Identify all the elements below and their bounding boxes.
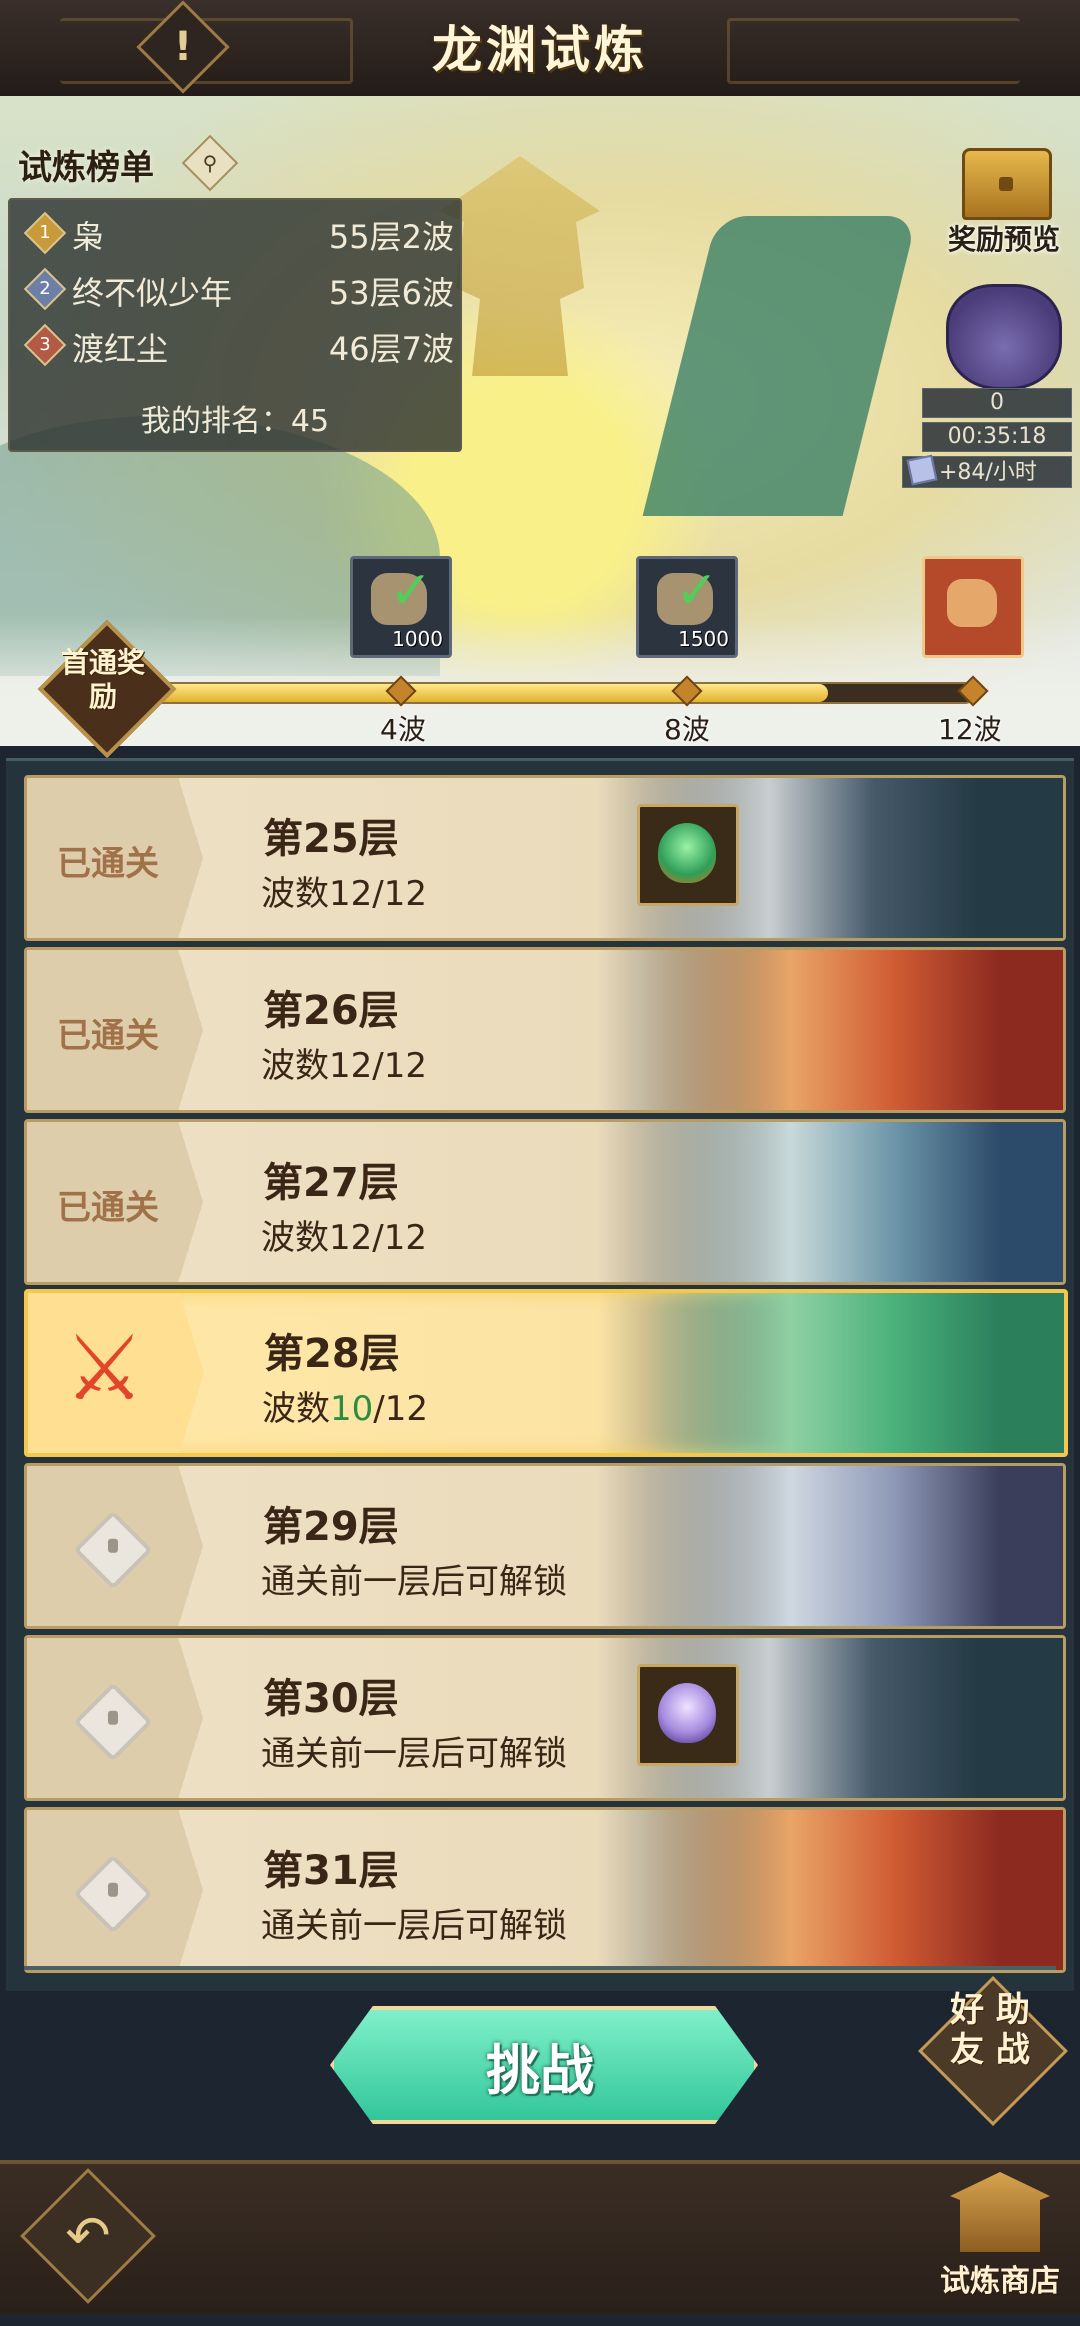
floor-item[interactable]: 已通关 第27层 波数12/12 <box>24 1119 1066 1285</box>
claimed-check-icon: ✓ <box>389 561 433 621</box>
first-clear-label: 首通奖励 <box>60 646 145 713</box>
floor-subtitle: 波数10/12 <box>262 1389 428 1429</box>
green-egg-icon <box>658 823 716 883</box>
floor-title: 第25层 <box>263 816 399 862</box>
floor-reward[interactable] <box>637 1664 739 1766</box>
floor-subtitle: 波数12/12 <box>261 1046 427 1086</box>
player-score: 46层7波 <box>328 330 454 368</box>
floor-title: 第29层 <box>263 1504 399 1550</box>
leaderboard-title[interactable]: 试炼榜单 <box>18 140 154 189</box>
idle-reward-count: 0 <box>922 388 1072 418</box>
crossed-swords-icon: ⚔ <box>64 1316 145 1421</box>
floor-item[interactable]: 已通关 第25层 波数12/12 <box>24 775 1066 941</box>
leaderboard-row: 2 终不似少年 53层6波 <box>23 264 454 316</box>
cliff-art <box>642 216 918 516</box>
reward-preview-label: 奖励预览 <box>947 223 1060 256</box>
idle-reward-bag-icon[interactable] <box>946 284 1062 390</box>
purple-egg-icon <box>658 1683 716 1743</box>
floor-reward[interactable] <box>637 804 739 906</box>
leaderboard-panel: 1 枭 55层2波 2 终不似少年 53层6波 3 渡红尘 46层7波 我的排名… <box>8 198 462 452</box>
boss-portrait <box>643 1466 1063 1626</box>
friend-assist-label: 好 助 友 战 <box>950 1990 1030 2070</box>
player-score: 53层6波 <box>328 274 454 312</box>
floor-title: 第30层 <box>263 1676 399 1722</box>
cleared-label: 已通关 <box>57 1188 159 1228</box>
ticket-icon <box>906 454 938 486</box>
floor-title: 第31层 <box>263 1848 399 1894</box>
floor-item[interactable]: 第30层 通关前一层后可解锁 <box>24 1635 1066 1801</box>
milestone-reward[interactable]: ✓ 1000 <box>350 556 452 658</box>
idle-reward-rate: +84/小时 <box>902 454 1072 488</box>
boss-portrait <box>643 1122 1063 1282</box>
rank-badge-silver: 2 <box>23 267 67 311</box>
leaderboard-row: 3 渡红尘 46层7波 <box>23 320 454 372</box>
challenge-button-label: 挑战 <box>486 2039 594 2102</box>
player-name: 枭 <box>72 218 105 256</box>
first-clear-progress-fill <box>122 684 828 702</box>
boss-portrait <box>643 1810 1063 1970</box>
floor-title: 第26层 <box>263 988 399 1034</box>
floor-item[interactable]: 已通关 第26层 波数12/12 <box>24 947 1066 1113</box>
milestone-label: 4波 <box>380 713 426 746</box>
player-score: 55层2波 <box>328 218 454 256</box>
milestone-reward[interactable]: ✓ 1500 <box>636 556 738 658</box>
floor-subtitle: 通关前一层后可解锁 <box>261 1906 567 1946</box>
floor-title: 第27层 <box>263 1160 399 1206</box>
milestone-label: 12波 <box>938 713 1002 746</box>
bottom-bar <box>0 2160 1080 2314</box>
back-arrow-icon: ↶ <box>65 2204 111 2267</box>
floor-list[interactable]: 已通关 第25层 波数12/12 已通关 第26层 波数12/12 已通关 第2… <box>6 758 1074 1991</box>
floor-item-current[interactable]: ⚔ 第28层 波数10/12 <box>24 1289 1068 1457</box>
idle-reward-timer: 00:35:18 <box>922 422 1072 452</box>
my-rank: 我的排名：45 <box>140 404 330 439</box>
treasure-chest-icon <box>962 148 1052 220</box>
floor-subtitle: 波数12/12 <box>261 874 427 914</box>
cleared-label: 已通关 <box>57 844 159 884</box>
tower-art <box>440 156 600 376</box>
floor-subtitle: 通关前一层后可解锁 <box>261 1562 567 1602</box>
list-divider <box>24 1966 1056 1970</box>
rank-badge-bronze: 3 <box>23 323 67 367</box>
floor-title: 第28层 <box>264 1331 400 1377</box>
player-name: 渡红尘 <box>72 330 169 368</box>
floor-item[interactable]: 第31层 通关前一层后可解锁 <box>24 1807 1066 1973</box>
reward-preview-button[interactable]: 奖励预览 <box>940 140 1060 260</box>
floor-subtitle: 波数12/12 <box>261 1218 427 1258</box>
milestone-label: 8波 <box>664 713 710 746</box>
claimed-check-icon: ✓ <box>675 561 719 621</box>
floor-item[interactable]: 第29层 通关前一层后可解锁 <box>24 1463 1066 1629</box>
first-clear-progress <box>120 682 974 704</box>
player-name: 终不似少年 <box>72 274 233 312</box>
leaderboard-row: 1 枭 55层2波 <box>23 208 454 260</box>
search-icon: ⚲ <box>202 151 218 175</box>
floor-subtitle: 通关前一层后可解锁 <box>261 1734 567 1774</box>
crystal-ore-icon <box>947 579 997 627</box>
milestone-reward[interactable] <box>922 556 1024 658</box>
top-header: ! 龙渊试炼 <box>0 0 1080 99</box>
shop-label[interactable]: 试炼商店 <box>920 2256 1080 2300</box>
boss-portrait <box>643 950 1063 1110</box>
boss-portrait <box>644 1293 1064 1453</box>
cleared-label: 已通关 <box>57 1016 159 1056</box>
rank-badge-gold: 1 <box>23 211 67 255</box>
page-title: 龙渊试炼 <box>432 21 648 79</box>
